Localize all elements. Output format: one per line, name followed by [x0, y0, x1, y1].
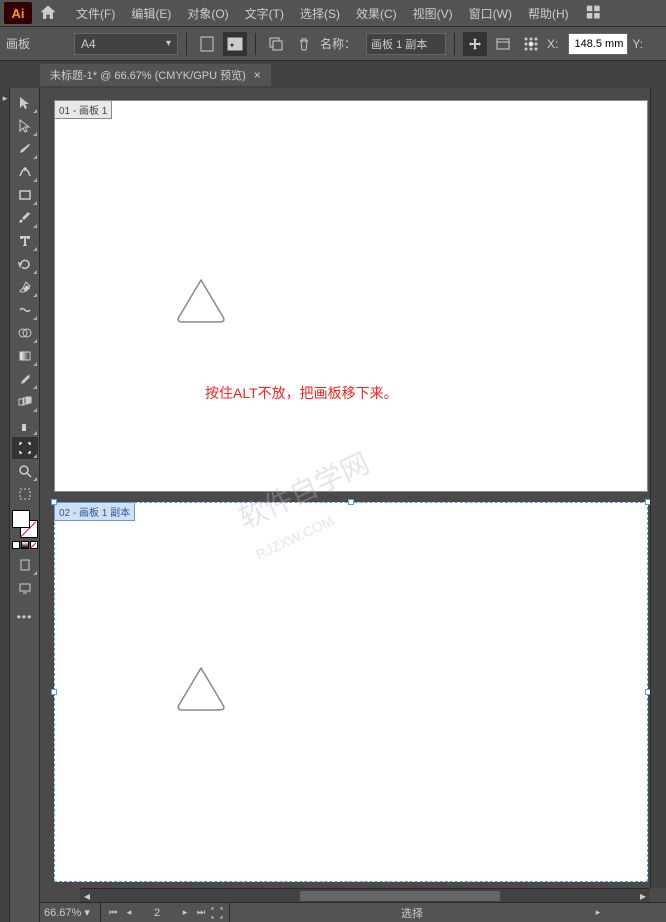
vertical-scrollbar[interactable] [650, 88, 666, 888]
artboard-tool[interactable] [12, 437, 38, 459]
type-tool[interactable] [12, 230, 38, 252]
next-artboard-button[interactable]: ▸ [177, 905, 193, 921]
artboard-2[interactable]: 02 - 画板 1 副本 [54, 502, 648, 882]
zoom-tool[interactable] [12, 460, 38, 482]
main-menu-bar: Ai 文件(F) 编辑(E) 对象(O) 文字(T) 选择(S) 效果(C) 视… [0, 0, 666, 26]
eraser-tool[interactable] [12, 276, 38, 298]
rectangle-tool[interactable] [12, 184, 38, 206]
artboard-nav-icon[interactable] [209, 905, 225, 921]
document-tab-title: 未标题-1* @ 66.67% (CMYK/GPU 预览) [50, 67, 246, 83]
status-bar: 66.67% ▾ ⏮ ◂ 2 ▸ ⏭ 选择 ▸ [40, 902, 666, 922]
artboard-name-input[interactable] [366, 33, 446, 55]
artboard-options-icon[interactable] [491, 32, 515, 56]
expand-arrow-icon[interactable]: ▸ [0, 88, 10, 108]
prev-artboard-button[interactable]: ◂ [121, 905, 137, 921]
workspace-switcher-icon[interactable] [585, 2, 607, 24]
tool-panel: ••• [10, 88, 40, 922]
mode-label: 画板 [6, 35, 30, 52]
paintbrush-tool[interactable] [12, 207, 38, 229]
pen-tool[interactable] [12, 138, 38, 160]
artboard-1-label: 01 - 画板 1 [54, 100, 112, 119]
menu-edit[interactable]: 编辑(E) [123, 5, 179, 22]
gradient-tool[interactable] [12, 345, 38, 367]
status-menu-button[interactable]: ▸ [590, 905, 606, 921]
app-logo: Ai [4, 2, 32, 24]
shape-builder-tool[interactable] [12, 322, 38, 344]
first-artboard-button[interactable]: ⏮ [105, 905, 121, 921]
edit-toolbar-icon[interactable]: ••• [12, 606, 38, 628]
reference-point-icon[interactable] [519, 32, 543, 56]
move-artwork-toggle-icon[interactable] [463, 32, 487, 56]
screen-mode-tool[interactable] [12, 577, 38, 599]
new-artboard-icon[interactable] [264, 32, 288, 56]
last-artboard-button[interactable]: ⏭ [193, 905, 209, 921]
orientation-portrait-icon[interactable] [195, 32, 219, 56]
document-tab-bar: 未标题-1* @ 66.67% (CMYK/GPU 预览) × [0, 60, 666, 88]
name-label: 名称： [320, 35, 356, 52]
status-mode: 选择 [401, 905, 423, 921]
zoom-level[interactable]: 66.67% ▾ [40, 906, 96, 919]
menu-select[interactable]: 选择(S) [292, 5, 348, 22]
delete-artboard-icon[interactable] [292, 32, 316, 56]
menu-window[interactable]: 窗口(W) [461, 5, 520, 22]
menu-effect[interactable]: 效果(C) [348, 5, 405, 22]
menu-view[interactable]: 视图(V) [405, 5, 461, 22]
control-bar: 画板 A4 名称： X: Y: [0, 26, 666, 60]
artboard-2-label: 02 - 画板 1 副本 [54, 502, 135, 521]
instruction-text: 按住ALT不放，把画板移下来。 [205, 383, 398, 403]
menu-help[interactable]: 帮助(H) [520, 5, 577, 22]
fill-swatch[interactable] [12, 510, 30, 528]
color-mode-swatches[interactable] [12, 541, 38, 549]
panel-expand-strip[interactable]: ▸ [0, 88, 10, 922]
artboard-1[interactable]: 01 - 画板 1 按住ALT不放，把画板移下来。 [54, 100, 648, 492]
menu-type[interactable]: 文字(T) [237, 5, 292, 22]
hand-slice-tool[interactable] [12, 483, 38, 505]
width-tool[interactable] [12, 299, 38, 321]
eyedropper-tool[interactable] [12, 368, 38, 390]
menu-file[interactable]: 文件(F) [68, 5, 123, 22]
direct-selection-tool[interactable] [12, 115, 38, 137]
y-label: Y: [632, 37, 643, 51]
curvature-tool[interactable] [12, 161, 38, 183]
menu-object[interactable]: 对象(O) [179, 5, 236, 22]
x-label: X: [547, 37, 558, 51]
rotate-tool[interactable] [12, 253, 38, 275]
horizontal-scrollbar[interactable]: ◂ ▸ [80, 888, 650, 902]
blend-tool[interactable] [12, 391, 38, 413]
canvas[interactable]: 01 - 画板 1 按住ALT不放，把画板移下来。 02 - 画板 1 副本 软… [40, 88, 666, 922]
draw-mode-tool[interactable] [12, 554, 38, 576]
close-tab-icon[interactable]: × [254, 68, 261, 82]
orientation-landscape-icon[interactable] [223, 32, 247, 56]
symbol-sprayer-tool[interactable] [12, 414, 38, 436]
selection-tool[interactable] [12, 92, 38, 114]
fill-stroke-swatch[interactable] [12, 510, 38, 538]
home-icon[interactable] [38, 3, 58, 23]
artboard-number[interactable]: 2 [137, 907, 177, 919]
x-coord-input[interactable] [568, 33, 628, 55]
document-tab[interactable]: 未标题-1* @ 66.67% (CMYK/GPU 预览) × [40, 64, 271, 86]
artboard-preset-dropdown[interactable]: A4 [74, 33, 178, 55]
